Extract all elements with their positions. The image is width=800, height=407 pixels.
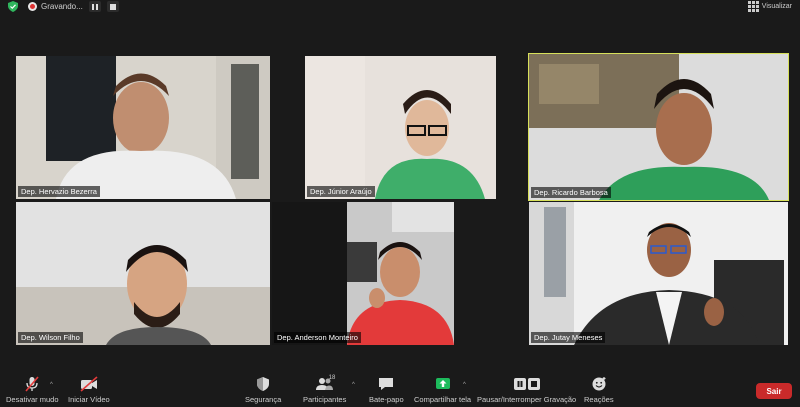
share-screen-icon bbox=[433, 376, 453, 392]
share-screen-button[interactable]: Compartilhar tela bbox=[414, 376, 471, 404]
shield-icon bbox=[253, 376, 273, 392]
smiley-icon bbox=[589, 376, 609, 392]
share-screen-label: Compartilhar tela bbox=[414, 395, 472, 404]
start-video-button[interactable]: Iniciar Vídeo bbox=[68, 376, 110, 404]
reactions-button[interactable]: Reações bbox=[584, 376, 614, 404]
share-options-caret[interactable]: ^ bbox=[463, 382, 466, 388]
reactions-label: Reações bbox=[584, 395, 614, 404]
muted-microphone-icon bbox=[22, 376, 42, 392]
participant-video bbox=[529, 54, 788, 200]
participant-name: Dep. Ricardo Barbosa bbox=[531, 187, 611, 198]
pause-stop-icon bbox=[512, 376, 542, 392]
video-off-icon bbox=[79, 376, 99, 392]
audio-options-caret[interactable]: ^ bbox=[50, 382, 53, 388]
chat-bubble-icon bbox=[376, 376, 396, 392]
video-tile[interactable]: Dep. Hervazio Bezerra bbox=[16, 56, 270, 199]
participants-options-caret[interactable]: ^ bbox=[352, 382, 355, 388]
unmute-label: Desativar mudo bbox=[6, 395, 59, 404]
participant-video bbox=[529, 202, 788, 345]
grid-view-icon bbox=[747, 1, 759, 12]
participants-label: Participantes bbox=[303, 395, 347, 404]
participant-name: Dep. Hervazio Bezerra bbox=[18, 186, 100, 197]
top-bar: Gravando... Visualizar bbox=[0, 0, 800, 14]
video-tile[interactable]: Dep. Júnior Araújo bbox=[305, 56, 496, 199]
security-shield-icon[interactable] bbox=[8, 1, 18, 12]
stop-recording-button[interactable] bbox=[106, 1, 119, 12]
pause-icon bbox=[91, 3, 98, 10]
leave-meeting-button[interactable]: Sair bbox=[756, 383, 792, 399]
participants-button[interactable]: 18 Participantes bbox=[303, 375, 347, 404]
video-tile[interactable]: Dep. Jutay Meneses bbox=[529, 202, 788, 345]
view-button[interactable]: Visualizar bbox=[747, 1, 792, 12]
recording-indicator: Gravando... bbox=[28, 1, 119, 12]
pause-stop-recording-label: Pausar/Interromper Gravação bbox=[477, 395, 577, 404]
view-label: Visualizar bbox=[761, 3, 792, 10]
recording-label: Gravando... bbox=[41, 2, 83, 11]
participant-name: Dep. Jutay Meneses bbox=[531, 332, 606, 343]
unmute-button[interactable]: Desativar mudo bbox=[6, 376, 59, 404]
participant-video bbox=[272, 202, 454, 345]
participant-video bbox=[305, 56, 496, 199]
participant-video bbox=[16, 56, 270, 199]
start-video-label: Iniciar Vídeo bbox=[68, 395, 110, 404]
chat-button[interactable]: Bate-papo bbox=[369, 376, 404, 404]
participant-name: Dep. Wilson Filho bbox=[18, 332, 83, 343]
participants-count: 18 bbox=[328, 375, 336, 381]
stop-icon bbox=[109, 3, 116, 10]
participant-video bbox=[16, 202, 270, 345]
pause-stop-recording-button[interactable]: Pausar/Interromper Gravação bbox=[477, 376, 576, 404]
video-tile-active-speaker[interactable]: Dep. Ricardo Barbosa bbox=[528, 53, 789, 201]
pause-recording-button[interactable] bbox=[88, 1, 101, 12]
participants-icon: 18 bbox=[315, 375, 336, 392]
recording-icon bbox=[28, 2, 37, 11]
chat-label: Bate-papo bbox=[369, 395, 404, 404]
video-tile[interactable]: Dep. Anderson Monteiro bbox=[272, 202, 454, 345]
participant-name: Dep. Anderson Monteiro bbox=[274, 332, 361, 343]
participant-name: Dep. Júnior Araújo bbox=[307, 186, 375, 197]
security-label: Segurança bbox=[245, 395, 282, 404]
security-button[interactable]: Segurança bbox=[245, 376, 281, 404]
meeting-toolbar: Desativar mudo ^ Iniciar Vídeo Segurança bbox=[0, 374, 800, 407]
video-tile[interactable]: Dep. Wilson Filho bbox=[16, 202, 270, 345]
